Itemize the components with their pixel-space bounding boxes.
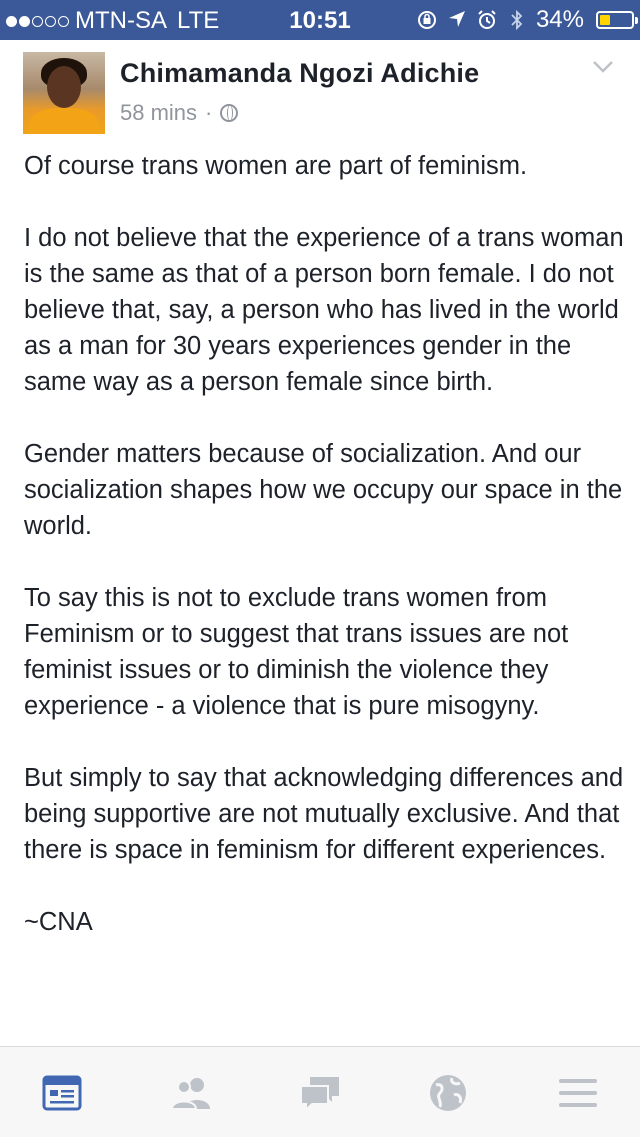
status-bar-right: 34% — [416, 6, 638, 34]
post-paragraph: Gender matters because of socialization.… — [24, 440, 623, 540]
news-feed-icon[interactable] — [40, 1073, 84, 1113]
bluetooth-icon — [506, 9, 528, 31]
post-meta: 58 mins · — [120, 100, 239, 126]
battery-percent: 34% — [535, 6, 584, 33]
meta-separator: · — [205, 100, 213, 125]
location-arrow-icon — [446, 9, 468, 31]
battery-level — [600, 15, 610, 25]
messages-icon[interactable] — [298, 1073, 342, 1113]
network-type: LTE — [177, 7, 220, 34]
bottom-tab-bar — [0, 1046, 640, 1137]
post-paragraph: But simply to say that acknowledging dif… — [24, 764, 624, 864]
lock-rotation-icon — [416, 9, 438, 31]
globe-icon — [220, 104, 239, 122]
notifications-globe-icon[interactable] — [426, 1073, 470, 1113]
status-bar-left: MTN-SA LTE — [6, 7, 219, 35]
post-paragraph: Of course trans women are part of femini… — [24, 152, 528, 180]
author-name[interactable]: Chimamanda Ngozi Adichie — [120, 58, 479, 89]
friends-icon[interactable] — [170, 1073, 214, 1113]
post-signature: ~CNA — [24, 908, 93, 936]
alarm-icon — [476, 9, 498, 31]
author-avatar[interactable] — [23, 52, 105, 134]
status-bar: MTN-SA LTE 10:51 34% — [0, 0, 640, 40]
battery-icon — [596, 11, 638, 29]
carrier-name: MTN-SA — [75, 7, 167, 34]
post-paragraph: I do not believe that the experience of … — [24, 224, 624, 396]
menu-icon[interactable] — [556, 1073, 600, 1113]
post-options-chevron-icon[interactable] — [592, 60, 613, 80]
signal-strength-icon — [6, 15, 69, 27]
post-body: Of course trans women are part of femini… — [24, 148, 624, 976]
post-time[interactable]: 58 mins — [120, 100, 197, 126]
post-paragraph: To say this is not to exclude trans wome… — [24, 584, 569, 720]
